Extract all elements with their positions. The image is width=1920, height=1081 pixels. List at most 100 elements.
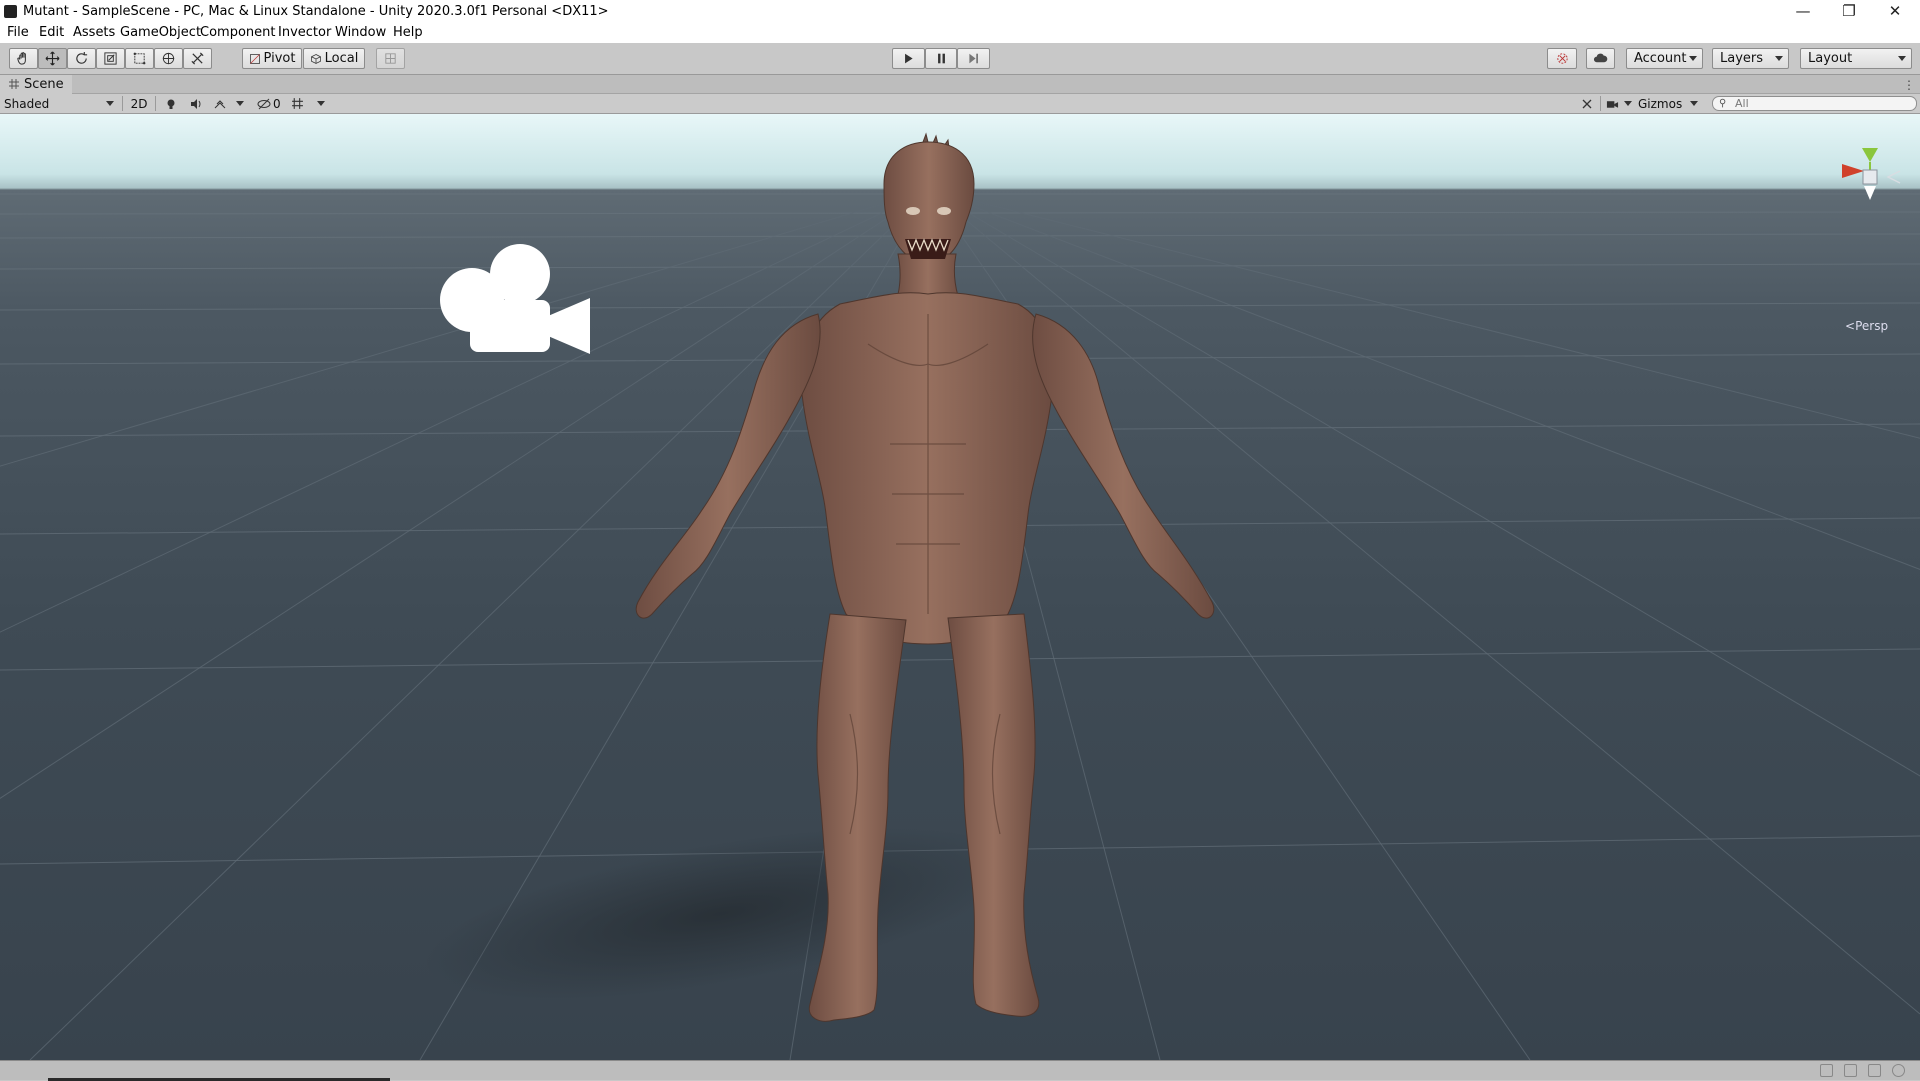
shading-mode-dropdown[interactable]: Shaded xyxy=(4,95,118,112)
orientation-gizmo xyxy=(1842,148,1901,200)
gizmos-dropdown[interactable]: Gizmos xyxy=(1638,95,1700,112)
chevron-down-icon xyxy=(1689,56,1697,61)
cloud-icon xyxy=(1593,53,1608,63)
camera-settings-dropdown[interactable] xyxy=(1606,95,1634,112)
tools-icon xyxy=(1582,99,1592,108)
menu-file[interactable]: File xyxy=(7,25,29,40)
tools-toggle[interactable] xyxy=(1578,95,1596,112)
lighting-icon[interactable] xyxy=(1868,1064,1881,1077)
minimize-button[interactable]: — xyxy=(1780,0,1826,23)
local-cube-icon xyxy=(310,53,321,64)
projection-toggle[interactable]: <Persp xyxy=(1845,319,1888,333)
cache-icon[interactable] xyxy=(1844,1064,1857,1077)
search-placeholder: All xyxy=(1735,97,1749,110)
bug-icon[interactable] xyxy=(1820,1064,1833,1077)
tools-icon xyxy=(191,52,204,65)
pause-button[interactable] xyxy=(925,48,957,69)
menu-gameobject[interactable]: GameObject xyxy=(120,25,201,40)
grid-icon xyxy=(292,98,303,109)
search-icon: ⚲ xyxy=(1719,98,1727,109)
eye-slash-icon xyxy=(257,98,271,109)
close-button[interactable]: ✕ xyxy=(1872,0,1918,23)
layout-dropdown[interactable]: Layout xyxy=(1800,48,1912,69)
scene-search-input[interactable]: ⚲ All xyxy=(1712,96,1917,111)
chevron-down-icon xyxy=(236,101,244,106)
rotate-icon xyxy=(76,51,88,64)
menu-window[interactable]: Window xyxy=(335,25,386,40)
rect-transform-icon xyxy=(133,52,146,65)
chevron-down-icon xyxy=(1775,56,1783,61)
pause-icon xyxy=(937,53,945,64)
chevron-down-icon xyxy=(1624,101,1632,106)
camera-gizmo-icon xyxy=(440,244,590,354)
pivot-label: Pivot xyxy=(263,51,296,66)
scale-icon xyxy=(104,52,117,65)
local-label: Local xyxy=(324,51,359,66)
menu-invector[interactable]: Invector xyxy=(278,25,331,40)
chevron-down-icon xyxy=(106,101,114,106)
effects-icon xyxy=(214,99,226,108)
snap-increment-button[interactable] xyxy=(376,48,405,69)
persp-label: Persp xyxy=(1855,319,1889,333)
separator xyxy=(155,96,156,111)
pivot-icon xyxy=(249,53,260,64)
layout-label: Layout xyxy=(1808,51,1853,66)
cloud-button[interactable] xyxy=(1586,48,1615,69)
menu-component[interactable]: Component xyxy=(200,25,275,40)
step-icon xyxy=(969,53,978,64)
tab-menu-icon[interactable]: ⋮ xyxy=(1903,78,1915,92)
move-icon xyxy=(45,51,60,66)
account-dropdown[interactable]: Account xyxy=(1626,48,1703,69)
chevron-down-icon xyxy=(317,101,325,106)
hand-tool-button[interactable] xyxy=(9,48,38,69)
rect-tool-button[interactable] xyxy=(125,48,154,69)
scene-hash-icon xyxy=(9,79,19,89)
collab-button[interactable] xyxy=(1547,48,1577,69)
menu-help[interactable]: Help xyxy=(393,25,423,40)
2d-toggle[interactable]: 2D xyxy=(128,95,150,112)
audio-toggle[interactable] xyxy=(187,95,205,112)
chevron-down-icon xyxy=(1898,56,1906,61)
scene-viewport[interactable]: <Persp xyxy=(0,114,1920,1060)
play-button[interactable] xyxy=(892,48,925,69)
separator xyxy=(122,96,123,111)
scene-tab-bar: Scene ⋮ xyxy=(0,75,1920,94)
pivot-toggle[interactable]: Pivot xyxy=(242,48,302,69)
speaker-icon xyxy=(191,98,201,109)
hidden-count: 0 xyxy=(273,96,281,111)
shading-mode-label: Shaded xyxy=(4,96,50,111)
menu-bar: File Edit Assets GameObject Component In… xyxy=(0,23,1920,43)
local-toggle[interactable]: Local xyxy=(303,48,365,69)
camera-icon xyxy=(1606,100,1619,108)
main-toolbar: Pivot Local Account Layers Layout xyxy=(0,43,1920,75)
hidden-objects-toggle[interactable]: 0 xyxy=(257,95,287,112)
hand-icon xyxy=(17,52,26,65)
auto-generate-icon[interactable] xyxy=(1892,1064,1905,1077)
scale-tool-button[interactable] xyxy=(96,48,125,69)
rotate-tool-button[interactable] xyxy=(67,48,96,69)
status-bar xyxy=(0,1060,1920,1081)
transform-tool-button[interactable] xyxy=(154,48,183,69)
light-bulb-icon xyxy=(167,99,175,109)
layers-dropdown[interactable]: Layers xyxy=(1712,48,1789,69)
collab-icon xyxy=(1556,53,1568,64)
menu-edit[interactable]: Edit xyxy=(39,25,64,40)
title-bar: Mutant - SampleScene - PC, Mac & Linux S… xyxy=(0,0,1920,23)
transform-icon xyxy=(162,52,175,65)
grid-dropdown[interactable] xyxy=(291,95,327,112)
play-icon xyxy=(905,53,913,64)
ground-grid xyxy=(0,132,1920,1060)
persp-arrow-icon: < xyxy=(1845,319,1856,333)
layers-label: Layers xyxy=(1720,51,1764,66)
custom-tool-button[interactable] xyxy=(183,48,212,69)
scene-tab-label: Scene xyxy=(24,77,64,92)
grid-snap-icon xyxy=(385,53,396,64)
tab-scene[interactable]: Scene xyxy=(0,75,72,94)
menu-assets[interactable]: Assets xyxy=(73,25,115,40)
restore-button[interactable]: ❐ xyxy=(1826,0,1872,23)
unity-logo-icon xyxy=(4,5,17,18)
effects-dropdown[interactable] xyxy=(214,95,246,112)
move-tool-button[interactable] xyxy=(38,48,67,69)
lighting-toggle[interactable] xyxy=(162,95,180,112)
step-button[interactable] xyxy=(957,48,990,69)
